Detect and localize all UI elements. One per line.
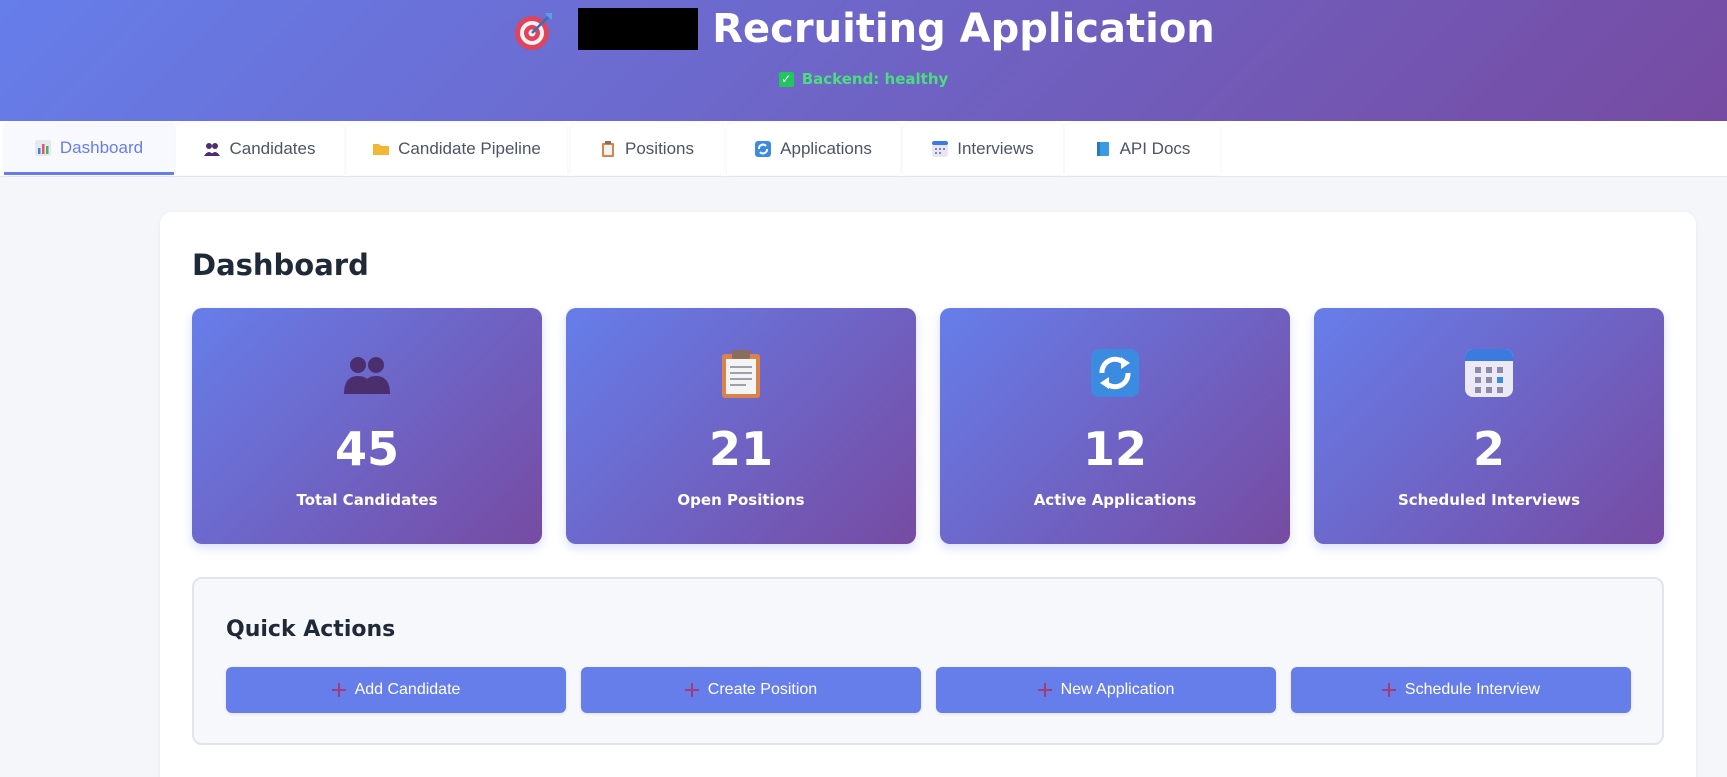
header-title-row: Recruiting Application xyxy=(0,6,1727,52)
stat-value: 2 xyxy=(1472,422,1505,476)
quick-actions-panel: Quick Actions Add Candidate Create Posit… xyxy=(192,577,1664,745)
button-label: Create Position xyxy=(707,681,818,698)
clipboard-icon xyxy=(722,350,760,398)
page-title: Dashboard xyxy=(192,248,369,282)
create-position-button[interactable]: Create Position xyxy=(581,667,921,713)
stat-card-open-positions: 21 Open Positions xyxy=(566,308,916,544)
button-label: Add Candidate xyxy=(354,681,461,698)
tab-dashboard[interactable]: Dashboard xyxy=(4,123,174,175)
stat-card-scheduled-interviews: 2 Scheduled Interviews xyxy=(1314,308,1664,544)
backend-status-text: Backend: healthy xyxy=(801,70,949,88)
tab-label: Positions xyxy=(625,139,694,158)
nav-tabs: Dashboard Candidates Candidate Pipeline … xyxy=(0,121,1727,177)
tab-applications[interactable]: Applications xyxy=(727,123,900,175)
stat-value: 12 xyxy=(1082,422,1147,476)
tab-interviews[interactable]: Interviews xyxy=(903,123,1063,175)
stat-value: 45 xyxy=(334,422,399,476)
app-title: Recruiting Application xyxy=(712,6,1215,52)
stat-label: Open Positions xyxy=(677,491,805,509)
tab-label: Dashboard xyxy=(59,137,144,157)
calendar-icon xyxy=(1465,349,1513,397)
tab-label: Candidate Pipeline xyxy=(398,139,541,158)
add-candidate-button[interactable]: Add Candidate xyxy=(226,667,566,713)
tab-label: API Docs xyxy=(1119,139,1191,158)
calendar-icon xyxy=(932,141,949,157)
stat-label: Scheduled Interviews xyxy=(1397,491,1581,509)
stat-card-active-applications: 12 Active Applications xyxy=(940,308,1290,544)
stat-card-total-candidates: 45 Total Candidates xyxy=(192,308,542,544)
refresh-icon xyxy=(1091,349,1139,397)
plus-icon xyxy=(331,683,346,697)
clipboard-icon xyxy=(602,141,614,157)
schedule-interview-button[interactable]: Schedule Interview xyxy=(1291,667,1631,713)
button-label: Schedule Interview xyxy=(1404,681,1541,698)
stat-label: Active Applications xyxy=(1033,491,1197,509)
tab-label: Interviews xyxy=(957,139,1034,158)
tab-api-docs[interactable]: API Docs xyxy=(1065,123,1220,175)
plus-icon xyxy=(1037,683,1052,697)
book-icon xyxy=(1096,142,1109,156)
tab-label: Candidates xyxy=(229,139,316,158)
tab-positions[interactable]: Positions xyxy=(571,123,723,175)
button-label: New Application xyxy=(1060,681,1175,698)
stat-label: Total Candidates xyxy=(296,491,438,509)
backend-status: ✓ Backend: healthy xyxy=(0,70,1727,88)
folder-icon xyxy=(373,144,390,155)
new-application-button[interactable]: New Application xyxy=(936,667,1276,713)
redacted-name xyxy=(578,8,699,50)
refresh-icon xyxy=(755,141,772,157)
plus-icon xyxy=(684,683,699,697)
plus-icon xyxy=(1381,683,1396,697)
dashboard-panel: Dashboard 45 Total Candidates 21 Open Po… xyxy=(160,212,1696,777)
stat-value: 21 xyxy=(708,422,773,476)
tab-candidates[interactable]: Candidates xyxy=(176,123,344,175)
app-header: Recruiting Application ✓ Backend: health… xyxy=(0,0,1727,121)
tab-candidate-pipeline[interactable]: Candidate Pipeline xyxy=(347,123,567,175)
people-icon xyxy=(344,357,390,394)
target-dart-icon xyxy=(515,13,553,50)
quick-actions-title: Quick Actions xyxy=(226,617,396,642)
tab-label: Applications xyxy=(780,139,872,158)
bar-chart-icon xyxy=(34,139,51,156)
people-icon xyxy=(204,143,221,156)
check-icon: ✓ xyxy=(778,71,794,87)
